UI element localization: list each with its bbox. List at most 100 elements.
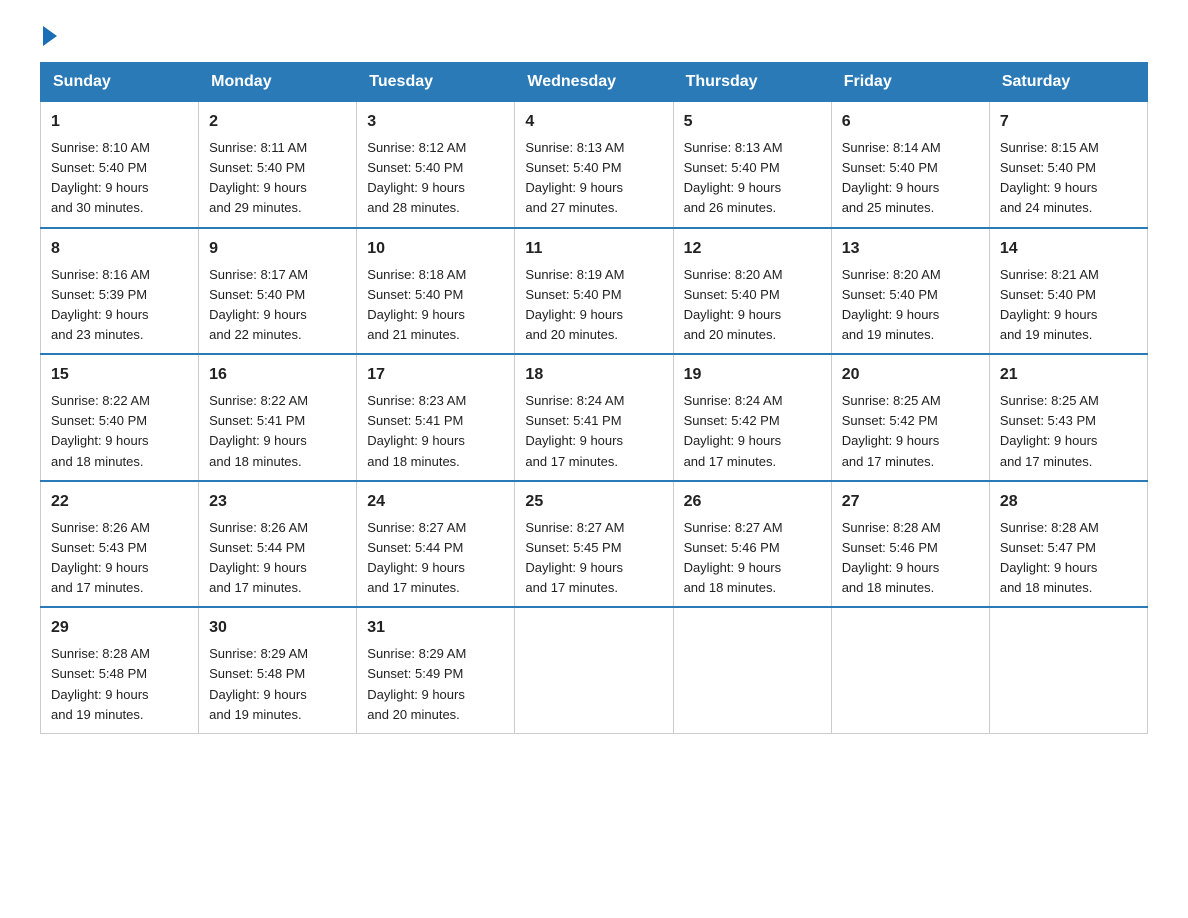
day-number: 6 [842, 110, 979, 134]
day-number: 20 [842, 363, 979, 387]
calendar-week-row: 22Sunrise: 8:26 AMSunset: 5:43 PMDayligh… [41, 481, 1148, 608]
day-number: 14 [1000, 237, 1137, 261]
calendar-day-cell: 19 Sunrise: 8:24 AMSunset: 5:42 PMDayligh… [673, 354, 831, 481]
calendar-day-cell: 13 Sunrise: 8:20 AMSunset: 5:40 PMDayligh… [831, 228, 989, 355]
calendar-day-cell: 30Sunrise: 8:29 AMSunset: 5:48 PMDayligh… [199, 607, 357, 733]
day-number: 21 [1000, 363, 1137, 387]
logo [40, 30, 57, 42]
day-number: 13 [842, 237, 979, 261]
column-header-sunday: Sunday [41, 63, 199, 102]
calendar-day-cell: 26Sunrise: 8:27 AMSunset: 5:46 PMDayligh… [673, 481, 831, 608]
day-number: 17 [367, 363, 504, 387]
calendar-day-cell: 25Sunrise: 8:27 AMSunset: 5:45 PMDayligh… [515, 481, 673, 608]
calendar-day-cell [831, 607, 989, 733]
day-number: 12 [684, 237, 821, 261]
day-info: Sunrise: 8:21 AMSunset: 5:40 PMDaylight:… [1000, 267, 1099, 342]
day-info: Sunrise: 8:14 AMSunset: 5:40 PMDaylight:… [842, 140, 941, 215]
calendar-day-cell: 14 Sunrise: 8:21 AMSunset: 5:40 PMDayligh… [989, 228, 1147, 355]
calendar-day-cell: 21 Sunrise: 8:25 AMSunset: 5:43 PMDayligh… [989, 354, 1147, 481]
day-number: 15 [51, 363, 188, 387]
day-info: Sunrise: 8:20 AMSunset: 5:40 PMDaylight:… [684, 267, 783, 342]
day-info: Sunrise: 8:23 AMSunset: 5:41 PMDaylight:… [367, 393, 466, 468]
calendar-day-cell: 29 Sunrise: 8:28 AMSunset: 5:48 PMDayligh… [41, 607, 199, 733]
day-number: 25 [525, 490, 662, 514]
day-number: 9 [209, 237, 346, 261]
calendar-day-cell: 18 Sunrise: 8:24 AMSunset: 5:41 PMDayligh… [515, 354, 673, 481]
calendar-week-row: 29 Sunrise: 8:28 AMSunset: 5:48 PMDayligh… [41, 607, 1148, 733]
day-info: Sunrise: 8:25 AMSunset: 5:43 PMDaylight:… [1000, 393, 1099, 468]
day-number: 8 [51, 237, 188, 261]
day-info: Sunrise: 8:18 AMSunset: 5:40 PMDaylight:… [367, 267, 466, 342]
day-info: Sunrise: 8:28 AMSunset: 5:48 PMDaylight:… [51, 646, 150, 721]
calendar-day-cell: 11 Sunrise: 8:19 AMSunset: 5:40 PMDayligh… [515, 228, 673, 355]
calendar-day-cell: 7 Sunrise: 8:15 AMSunset: 5:40 PMDaylight… [989, 102, 1147, 228]
day-info: Sunrise: 8:28 AMSunset: 5:47 PMDaylight:… [1000, 520, 1099, 595]
calendar-day-cell: 8 Sunrise: 8:16 AMSunset: 5:39 PMDaylight… [41, 228, 199, 355]
column-header-friday: Friday [831, 63, 989, 102]
calendar-table: SundayMondayTuesdayWednesdayThursdayFrid… [40, 62, 1148, 734]
day-info: Sunrise: 8:29 AMSunset: 5:49 PMDaylight:… [367, 646, 466, 721]
day-info: Sunrise: 8:13 AMSunset: 5:40 PMDaylight:… [525, 140, 624, 215]
calendar-day-cell: 27 Sunrise: 8:28 AMSunset: 5:46 PMDayligh… [831, 481, 989, 608]
day-info: Sunrise: 8:25 AMSunset: 5:42 PMDaylight:… [842, 393, 941, 468]
calendar-day-cell: 20 Sunrise: 8:25 AMSunset: 5:42 PMDayligh… [831, 354, 989, 481]
day-info: Sunrise: 8:20 AMSunset: 5:40 PMDaylight:… [842, 267, 941, 342]
calendar-week-row: 15 Sunrise: 8:22 AMSunset: 5:40 PMDayligh… [41, 354, 1148, 481]
day-info: Sunrise: 8:15 AMSunset: 5:40 PMDaylight:… [1000, 140, 1099, 215]
page-header [40, 30, 1148, 42]
calendar-day-cell: 4Sunrise: 8:13 AMSunset: 5:40 PMDaylight… [515, 102, 673, 228]
day-number: 1 [51, 110, 188, 134]
day-info: Sunrise: 8:22 AMSunset: 5:41 PMDaylight:… [209, 393, 308, 468]
column-header-wednesday: Wednesday [515, 63, 673, 102]
day-info: Sunrise: 8:19 AMSunset: 5:40 PMDaylight:… [525, 267, 624, 342]
day-number: 11 [525, 237, 662, 261]
day-number: 29 [51, 616, 188, 640]
logo-arrow-icon [43, 26, 57, 46]
day-info: Sunrise: 8:22 AMSunset: 5:40 PMDaylight:… [51, 393, 150, 468]
calendar-day-cell: 28Sunrise: 8:28 AMSunset: 5:47 PMDayligh… [989, 481, 1147, 608]
calendar-day-cell [989, 607, 1147, 733]
calendar-day-cell: 1 Sunrise: 8:10 AMSunset: 5:40 PMDaylight… [41, 102, 199, 228]
day-info: Sunrise: 8:11 AMSunset: 5:40 PMDaylight:… [209, 140, 307, 215]
column-header-tuesday: Tuesday [357, 63, 515, 102]
day-info: Sunrise: 8:16 AMSunset: 5:39 PMDaylight:… [51, 267, 150, 342]
calendar-day-cell: 6 Sunrise: 8:14 AMSunset: 5:40 PMDaylight… [831, 102, 989, 228]
calendar-day-cell: 31 Sunrise: 8:29 AMSunset: 5:49 PMDayligh… [357, 607, 515, 733]
day-info: Sunrise: 8:17 AMSunset: 5:40 PMDaylight:… [209, 267, 308, 342]
day-number: 26 [684, 490, 821, 514]
day-number: 7 [1000, 110, 1137, 134]
day-number: 18 [525, 363, 662, 387]
day-info: Sunrise: 8:24 AMSunset: 5:41 PMDaylight:… [525, 393, 624, 468]
day-info: Sunrise: 8:26 AMSunset: 5:43 PMDaylight:… [51, 520, 150, 595]
day-info: Sunrise: 8:10 AMSunset: 5:40 PMDaylight:… [51, 140, 150, 215]
day-info: Sunrise: 8:28 AMSunset: 5:46 PMDaylight:… [842, 520, 941, 595]
day-number: 10 [367, 237, 504, 261]
day-info: Sunrise: 8:12 AMSunset: 5:40 PMDaylight:… [367, 140, 466, 215]
calendar-day-cell: 16Sunrise: 8:22 AMSunset: 5:41 PMDayligh… [199, 354, 357, 481]
day-number: 31 [367, 616, 504, 640]
day-info: Sunrise: 8:24 AMSunset: 5:42 PMDaylight:… [684, 393, 783, 468]
day-number: 5 [684, 110, 821, 134]
day-number: 24 [367, 490, 504, 514]
day-number: 23 [209, 490, 346, 514]
column-header-monday: Monday [199, 63, 357, 102]
day-number: 19 [684, 363, 821, 387]
calendar-day-cell: 2 Sunrise: 8:11 AMSunset: 5:40 PMDaylight… [199, 102, 357, 228]
day-info: Sunrise: 8:13 AMSunset: 5:40 PMDaylight:… [684, 140, 783, 215]
calendar-day-cell: 10 Sunrise: 8:18 AMSunset: 5:40 PMDayligh… [357, 228, 515, 355]
calendar-day-cell: 12 Sunrise: 8:20 AMSunset: 5:40 PMDayligh… [673, 228, 831, 355]
calendar-week-row: 1 Sunrise: 8:10 AMSunset: 5:40 PMDaylight… [41, 102, 1148, 228]
calendar-day-cell: 17 Sunrise: 8:23 AMSunset: 5:41 PMDayligh… [357, 354, 515, 481]
calendar-day-cell: 3 Sunrise: 8:12 AMSunset: 5:40 PMDaylight… [357, 102, 515, 228]
calendar-day-cell: 23Sunrise: 8:26 AMSunset: 5:44 PMDayligh… [199, 481, 357, 608]
day-number: 2 [209, 110, 346, 134]
day-info: Sunrise: 8:29 AMSunset: 5:48 PMDaylight:… [209, 646, 308, 721]
day-number: 27 [842, 490, 979, 514]
calendar-day-cell: 22Sunrise: 8:26 AMSunset: 5:43 PMDayligh… [41, 481, 199, 608]
calendar-day-cell: 9 Sunrise: 8:17 AMSunset: 5:40 PMDaylight… [199, 228, 357, 355]
calendar-day-cell: 15 Sunrise: 8:22 AMSunset: 5:40 PMDayligh… [41, 354, 199, 481]
column-header-saturday: Saturday [989, 63, 1147, 102]
column-header-thursday: Thursday [673, 63, 831, 102]
calendar-week-row: 8 Sunrise: 8:16 AMSunset: 5:39 PMDaylight… [41, 228, 1148, 355]
day-number: 3 [367, 110, 504, 134]
